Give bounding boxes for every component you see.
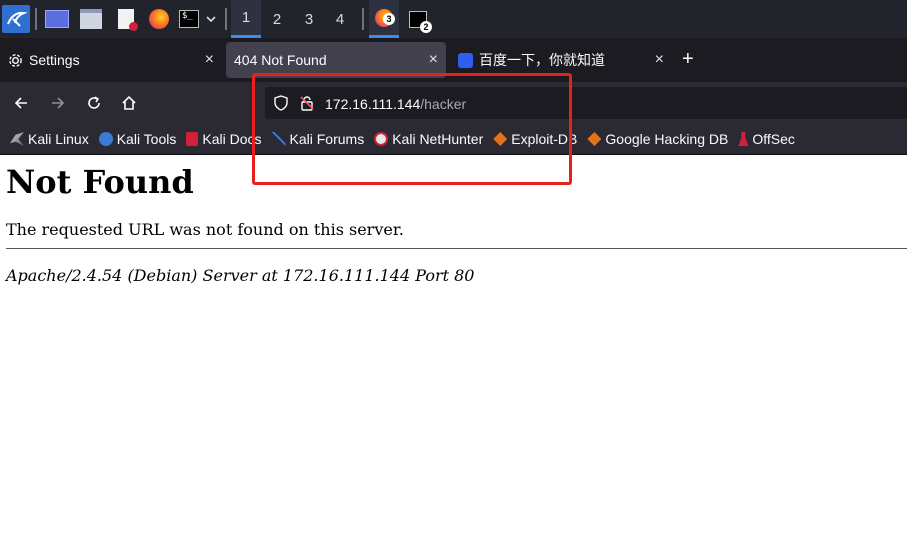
home-button[interactable] xyxy=(118,92,140,114)
firefox-icon: 3 xyxy=(375,8,395,27)
close-tab-icon[interactable]: × xyxy=(205,51,214,69)
terminal-window-button[interactable]: 2 xyxy=(405,4,432,34)
bookmark-kali-linux[interactable]: Kali Linux xyxy=(10,131,89,147)
close-tab-icon[interactable]: × xyxy=(429,51,438,69)
bookmark-label: OffSec xyxy=(752,131,795,147)
bookmark-label: Kali Linux xyxy=(28,131,89,147)
firefox-icon[interactable] xyxy=(146,4,172,34)
workspace-4[interactable]: 4 xyxy=(325,0,355,38)
bookmark-label: Google Hacking DB xyxy=(605,131,729,147)
workspace-3[interactable]: 3 xyxy=(294,0,324,38)
bookmark-kali-docs[interactable]: Kali Docs xyxy=(186,131,262,147)
firefox-window-button[interactable]: 3 xyxy=(369,0,399,38)
tab-settings[interactable]: Settings × xyxy=(0,42,222,78)
highlight-box xyxy=(252,73,572,185)
kali-tools-icon xyxy=(98,132,113,146)
arrow-right-icon xyxy=(52,97,65,109)
bookmark-offsec[interactable]: OffSec xyxy=(738,131,795,147)
tab-label: 404 Not Found xyxy=(234,52,327,68)
workspace-2[interactable]: 2 xyxy=(262,0,292,38)
page-heading: Not Found xyxy=(6,163,194,201)
tab-label: Settings xyxy=(29,52,80,68)
reload-icon xyxy=(88,96,100,109)
terminal-icon[interactable]: $_ xyxy=(177,4,201,34)
new-tab-button[interactable]: + xyxy=(682,48,694,71)
window-count-badge: 2 xyxy=(420,20,432,33)
kali-dragon-icon xyxy=(10,132,24,146)
window-count-badge: 3 xyxy=(383,12,395,25)
desktop-icon[interactable] xyxy=(44,4,70,34)
page-content: Not Found The requested URL was not foun… xyxy=(0,155,907,545)
reload-button[interactable] xyxy=(83,92,105,114)
bookmark-label: Kali Tools xyxy=(116,131,177,147)
ghdb-icon xyxy=(587,132,602,146)
taskbar: $_ 1 2 3 4 3 2 xyxy=(0,0,907,38)
terminal-icon: 2 xyxy=(409,10,432,33)
divider xyxy=(6,248,907,249)
home-icon xyxy=(122,95,136,110)
bookmark-kali-tools[interactable]: Kali Tools xyxy=(98,131,177,147)
error-message: The requested URL was not found on this … xyxy=(6,220,404,239)
forward-button[interactable] xyxy=(47,92,69,114)
chevron-down-icon[interactable] xyxy=(203,4,219,34)
tab-label: 百度一下，你就知道 xyxy=(479,52,605,68)
text-editor-icon[interactable] xyxy=(113,4,139,34)
arrow-left-icon xyxy=(14,97,27,109)
workspace-1[interactable]: 1 xyxy=(231,0,261,38)
close-tab-icon[interactable]: × xyxy=(655,51,664,69)
server-signature: Apache/2.4.54 (Debian) Server at 172.16.… xyxy=(6,266,475,285)
offsec-icon xyxy=(738,132,749,146)
gear-icon xyxy=(8,53,23,68)
kali-docs-icon xyxy=(186,132,199,146)
file-manager-icon[interactable] xyxy=(78,4,104,34)
kali-menu-icon[interactable] xyxy=(2,5,30,33)
baidu-paw-icon xyxy=(458,52,473,68)
back-button[interactable] xyxy=(10,92,32,114)
bookmark-google-hacking-db[interactable]: Google Hacking DB xyxy=(587,131,728,147)
